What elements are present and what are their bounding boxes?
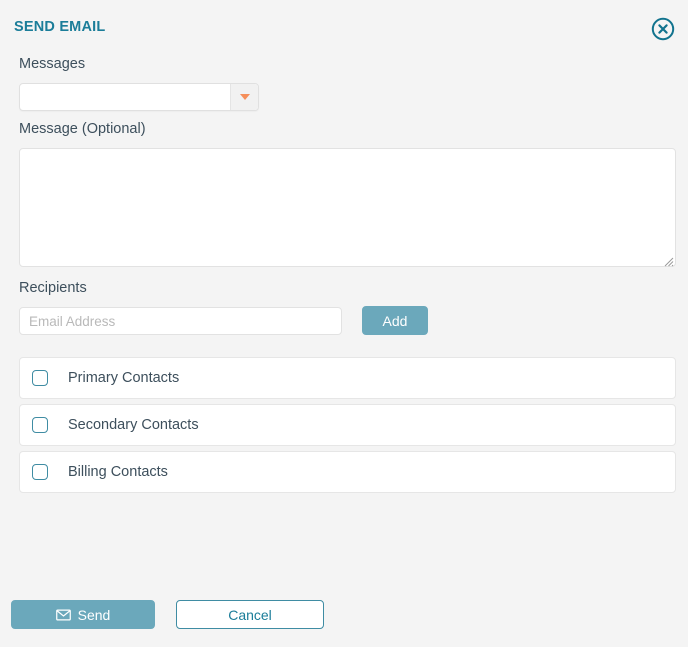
list-item[interactable]: Billing Contacts (19, 451, 676, 493)
envelope-icon (55, 609, 71, 621)
chevron-down-icon[interactable] (230, 84, 258, 110)
list-item-label: Billing Contacts (68, 464, 168, 480)
page-title: SEND EMAIL (14, 19, 106, 35)
message-textarea[interactable] (19, 148, 676, 267)
envelope-icon-svg (55, 609, 71, 620)
add-recipient-button[interactable]: Add (362, 306, 428, 335)
chevron-down-glyph (239, 94, 250, 100)
close-icon-svg (651, 17, 675, 41)
recipients-label: Recipients (19, 280, 87, 296)
send-button-label: Send (77, 606, 111, 623)
checkbox-primary-contacts[interactable] (32, 370, 48, 386)
message-label: Message (Optional) (19, 121, 146, 137)
checkbox-secondary-contacts[interactable] (32, 417, 48, 433)
email-address-input[interactable] (19, 307, 342, 335)
list-item[interactable]: Primary Contacts (19, 357, 676, 399)
list-item-label: Primary Contacts (68, 370, 180, 386)
dialog-header: SEND EMAIL (0, 0, 688, 48)
list-item[interactable]: Secondary Contacts (19, 404, 676, 446)
close-circle-icon[interactable] (651, 17, 675, 41)
send-email-dialog: SEND EMAIL Messages Message (Optional) R… (0, 0, 688, 647)
checkbox-billing-contacts[interactable] (32, 464, 48, 480)
messages-select[interactable] (19, 83, 259, 111)
send-button[interactable]: Send (11, 600, 155, 629)
messages-label: Messages (19, 56, 86, 72)
cancel-button[interactable]: Cancel (176, 600, 324, 629)
messages-select-value (20, 84, 230, 110)
recipient-group-list: Primary Contacts Secondary Contacts Bill… (19, 357, 676, 498)
list-item-label: Secondary Contacts (68, 417, 199, 433)
